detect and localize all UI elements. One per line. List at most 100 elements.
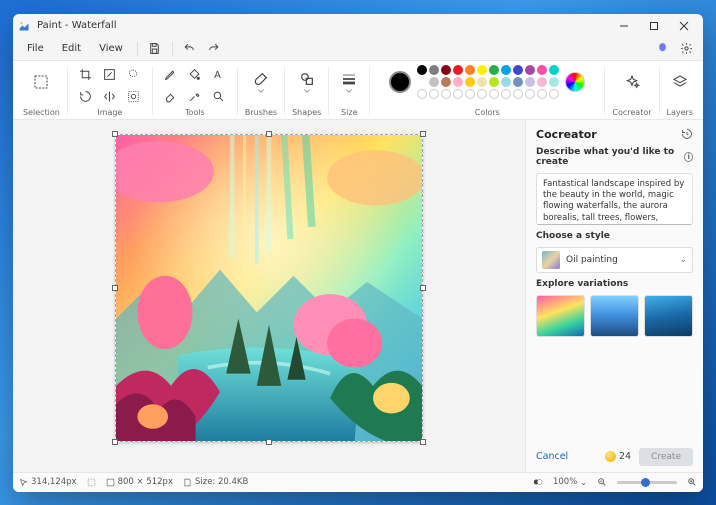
group-label: Layers [667,108,693,117]
info-icon[interactable]: i [684,152,693,162]
color-swatch[interactable] [501,77,511,87]
color-swatch[interactable] [417,77,427,87]
zoom-slider[interactable] [617,481,677,484]
variation-thumb[interactable] [590,295,639,337]
color-swatch[interactable] [525,77,535,87]
style-dropdown[interactable]: Oil painting ⌄ [536,247,693,273]
history-icon[interactable] [681,128,693,140]
save-button[interactable] [144,39,166,59]
menu-view[interactable]: View [91,41,131,56]
color-swatch[interactable] [489,77,499,87]
prompt-input[interactable] [536,173,693,225]
zoom-in-button[interactable] [687,477,697,487]
color-swatch-empty[interactable] [489,89,499,99]
zoom-out-button[interactable] [597,477,607,487]
size-tool[interactable] [336,65,362,99]
color-swatch-empty[interactable] [513,89,523,99]
color-swatch-empty[interactable] [525,89,535,99]
color-swatch[interactable] [537,77,547,87]
eraser-tool[interactable] [160,87,182,107]
resize-handle[interactable] [266,131,272,137]
color-wheel-icon[interactable] [565,72,585,92]
canvas[interactable] [115,134,423,442]
cocreator-button[interactable] [619,65,645,99]
color-swatch[interactable] [465,77,475,87]
select-tool[interactable] [28,65,54,99]
group-shapes: Shapes [288,65,325,117]
settings-button[interactable] [675,39,697,59]
resize-handle[interactable] [112,131,118,137]
style-value: Oil painting [566,255,618,265]
color-swatch[interactable] [429,65,439,75]
maximize-button[interactable] [639,15,669,37]
flip-tool[interactable] [99,87,121,107]
color-swatch[interactable] [537,65,547,75]
color-swatch[interactable] [429,77,439,87]
undo-button[interactable] [179,39,201,59]
canvas-size: 800 × 512px [106,477,173,487]
color-swatch-empty[interactable] [453,89,463,99]
create-button[interactable]: Create [639,448,693,466]
picker-tool[interactable] [184,87,206,107]
color-swatch[interactable] [501,65,511,75]
redo-button[interactable] [203,39,225,59]
color-swatch[interactable] [441,77,451,87]
group-label: Size [341,108,357,117]
magnifier-tool[interactable] [208,87,230,107]
resize-handle[interactable] [112,439,118,445]
brush-tool[interactable] [248,65,274,99]
close-button[interactable] [669,15,699,37]
resize-handle[interactable] [112,285,118,291]
color-swatch-empty[interactable] [417,89,427,99]
panel-title: Cocreator [536,128,597,141]
color-swatch-empty[interactable] [501,89,511,99]
resize-handle[interactable] [266,439,272,445]
color-swatch[interactable] [513,65,523,75]
freeform-select-tool[interactable] [123,65,145,85]
cancel-button[interactable]: Cancel [536,451,568,462]
fill-tool[interactable] [184,65,206,85]
color-swatch[interactable] [441,65,451,75]
menu-file[interactable]: File [19,41,52,56]
menu-edit[interactable]: Edit [54,41,89,56]
color-swatch[interactable] [549,65,559,75]
text-tool[interactable]: A [208,65,230,85]
color-swatch-empty[interactable] [477,89,487,99]
color-swatch[interactable] [477,65,487,75]
color-swatch[interactable] [453,65,463,75]
color-swatch-empty[interactable] [429,89,439,99]
crop-tool[interactable] [75,65,97,85]
copilot-icon[interactable] [651,39,673,59]
pencil-tool[interactable] [160,65,182,85]
variation-thumb[interactable] [536,295,585,337]
group-label: Brushes [245,108,277,117]
shapes-tool[interactable] [294,65,320,99]
minimize-button[interactable] [609,15,639,37]
variation-thumb[interactable] [644,295,693,337]
resize-tool[interactable] [99,65,121,85]
color-swatch[interactable] [465,65,475,75]
remove-bg-tool[interactable] [123,87,145,107]
color-swatch-empty[interactable] [537,89,547,99]
color-swatch-empty[interactable] [465,89,475,99]
current-color[interactable] [389,71,411,93]
chevron-down-icon[interactable]: ⌄ [580,478,587,487]
color-swatch[interactable] [549,77,559,87]
rotate-tool[interactable] [75,87,97,107]
style-label: Choose a style [536,231,693,241]
resize-handle[interactable] [420,439,426,445]
layers-button[interactable] [667,65,693,99]
color-swatch[interactable] [489,65,499,75]
color-mode-icon[interactable] [533,477,543,487]
zoom-level: 100% ⌄ [553,477,587,487]
color-swatch-empty[interactable] [549,89,559,99]
color-swatch-empty[interactable] [441,89,451,99]
color-swatch[interactable] [525,65,535,75]
color-swatch[interactable] [513,77,523,87]
resize-handle[interactable] [420,285,426,291]
color-swatch[interactable] [477,77,487,87]
color-swatch[interactable] [417,65,427,75]
resize-handle[interactable] [420,131,426,137]
canvas-area[interactable] [13,120,525,472]
color-swatch[interactable] [453,77,463,87]
